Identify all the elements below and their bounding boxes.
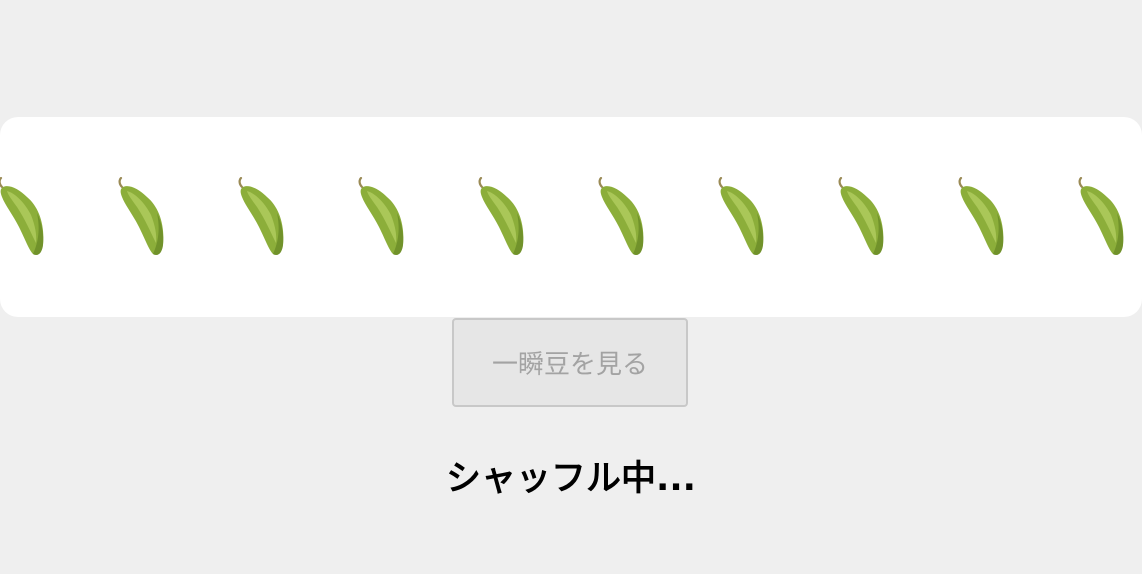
bean-display-area — [0, 117, 1142, 317]
edamame-pod-icon — [478, 177, 524, 255]
edamame-pod-icon — [118, 177, 164, 255]
view-bean-button[interactable]: 一瞬豆を見る — [452, 318, 688, 407]
edamame-pod-icon — [598, 177, 644, 255]
edamame-pod-icon — [358, 177, 404, 255]
edamame-pod-icon — [838, 177, 884, 255]
edamame-pod-icon — [958, 177, 1004, 255]
edamame-pod-icon — [718, 177, 764, 255]
edamame-pod-icon — [0, 177, 44, 255]
edamame-pod-icon — [238, 177, 284, 255]
status-text: シャッフル中... — [446, 459, 696, 499]
edamame-pod-icon — [1078, 177, 1124, 255]
